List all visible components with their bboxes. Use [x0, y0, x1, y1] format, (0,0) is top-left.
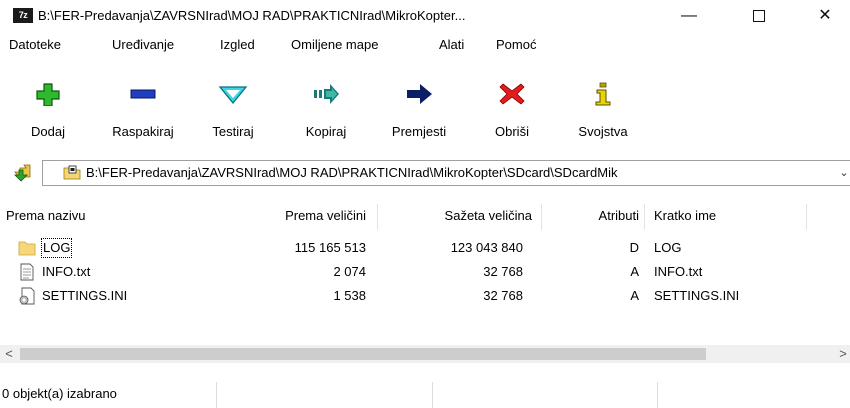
file-packed-size: 123 043 840	[450, 240, 523, 255]
test-label: Testiraj	[212, 124, 254, 139]
file-packed-size: 32 768	[483, 288, 523, 303]
column-attributes[interactable]: Atributi	[545, 198, 639, 234]
status-divider	[432, 382, 433, 408]
file-short-name: INFO.txt	[654, 264, 703, 279]
scrollbar-thumb[interactable]	[20, 348, 706, 360]
info-icon	[595, 82, 611, 106]
minimize-button[interactable]: —	[666, 0, 712, 32]
file-name: SETTINGS.INI	[42, 288, 128, 303]
maximize-button[interactable]	[736, 0, 782, 32]
menu-alati[interactable]: Alati	[439, 37, 464, 52]
file-short-name: SETTINGS.INI	[654, 288, 740, 303]
file-packed-size: 32 768	[483, 264, 523, 279]
maximize-icon	[753, 9, 765, 22]
file-short-name: LOG	[654, 240, 682, 255]
add-icon	[36, 83, 60, 106]
test-button[interactable]: Testiraj	[200, 82, 266, 150]
properties-button[interactable]: Svojstva	[568, 82, 638, 150]
extract-icon	[130, 89, 156, 99]
scroll-right-icon[interactable]: >	[836, 345, 850, 363]
add-button[interactable]: Dodaj	[18, 82, 78, 150]
close-button[interactable]: ✕	[802, 0, 848, 32]
status-divider	[216, 382, 217, 408]
copy-button[interactable]: Kopiraj	[294, 82, 358, 150]
table-row[interactable]: SETTINGS.INI 1 538 32 768 A SETTINGS.INI	[0, 284, 850, 308]
up-folder-icon[interactable]	[12, 164, 32, 182]
status-selection-text: 0 objekt(a) izabrano	[2, 386, 117, 401]
table-row[interactable]: LOG 115 165 513 123 043 840 D LOG	[0, 236, 850, 260]
file-size: 115 165 513	[294, 240, 366, 255]
file-name: INFO.txt	[42, 264, 91, 279]
extract-label: Raspakiraj	[112, 124, 174, 139]
toolbar: Dodaj Raspakiraj Testiraj Kopiraj Premje…	[0, 82, 850, 150]
menu-datoteke[interactable]: Datoteke	[9, 37, 61, 52]
delete-icon	[499, 83, 525, 105]
file-name: LOG	[41, 238, 73, 258]
folder-icon	[18, 241, 36, 256]
file-size: 2 074	[333, 264, 366, 279]
address-input[interactable]: B:\FER-Predavanja\ZAVRSNIrad\MOJ RAD\PRA…	[42, 160, 850, 186]
menu-uredivanje[interactable]: Uređivanje	[112, 37, 174, 52]
status-divider	[657, 382, 658, 408]
menu-bar: Datoteke Uređivanje Izgled Omiljene mape…	[0, 34, 850, 56]
copy-icon	[314, 84, 339, 104]
column-divider[interactable]	[644, 204, 645, 230]
column-short-name[interactable]: Kratko ime	[654, 198, 716, 234]
move-button[interactable]: Premjesti	[382, 82, 456, 150]
horizontal-scrollbar[interactable]: < >	[0, 345, 850, 363]
delete-button[interactable]: Obriši	[485, 82, 539, 150]
text-file-icon	[20, 263, 34, 281]
move-label: Premjesti	[391, 124, 447, 139]
file-list: Prema nazivu Prema veličini Sažeta velič…	[0, 198, 850, 348]
column-divider[interactable]	[541, 204, 542, 230]
menu-omiljene-mape[interactable]: Omiljene mape	[291, 37, 378, 52]
address-bar: B:\FER-Predavanja\ZAVRSNIrad\MOJ RAD\PRA…	[0, 160, 850, 186]
file-size: 1 538	[333, 288, 366, 303]
copy-label: Kopiraj	[305, 124, 347, 139]
archive-folder-icon	[63, 165, 81, 180]
properties-label: Svojstva	[578, 124, 628, 139]
add-label: Dodaj	[31, 124, 65, 139]
column-name[interactable]: Prema nazivu	[6, 198, 85, 234]
file-attributes: A	[630, 288, 639, 303]
test-icon	[218, 86, 248, 105]
column-divider[interactable]	[377, 204, 378, 230]
menu-pomoc[interactable]: Pomoć	[496, 37, 536, 52]
status-bar: 0 objekt(a) izabrano	[0, 382, 850, 408]
column-size[interactable]: Prema veličini	[240, 198, 366, 234]
delete-label: Obriši	[495, 124, 529, 139]
move-icon	[407, 84, 432, 104]
title-bar: 7z B:\FER-Predavanja\ZAVRSNIrad\MOJ RAD\…	[0, 0, 850, 32]
window-title: B:\FER-Predavanja\ZAVRSNIrad\MOJ RAD\PRA…	[38, 8, 466, 23]
file-attributes: A	[630, 264, 639, 279]
file-attributes: D	[629, 240, 639, 255]
table-row[interactable]: INFO.txt 2 074 32 768 A INFO.txt	[0, 260, 850, 284]
column-packed-size[interactable]: Sažeta veličina	[380, 198, 532, 234]
address-path: B:\FER-Predavanja\ZAVRSNIrad\MOJ RAD\PRA…	[86, 165, 618, 180]
column-divider[interactable]	[806, 204, 807, 230]
settings-file-icon	[19, 287, 35, 305]
extract-button[interactable]: Raspakiraj	[104, 82, 182, 150]
menu-izgled[interactable]: Izgled	[220, 37, 255, 52]
scroll-left-icon[interactable]: <	[0, 345, 18, 363]
chevron-down-icon[interactable]: ⌄	[837, 161, 850, 185]
7zip-app-icon: 7z	[13, 8, 33, 23]
